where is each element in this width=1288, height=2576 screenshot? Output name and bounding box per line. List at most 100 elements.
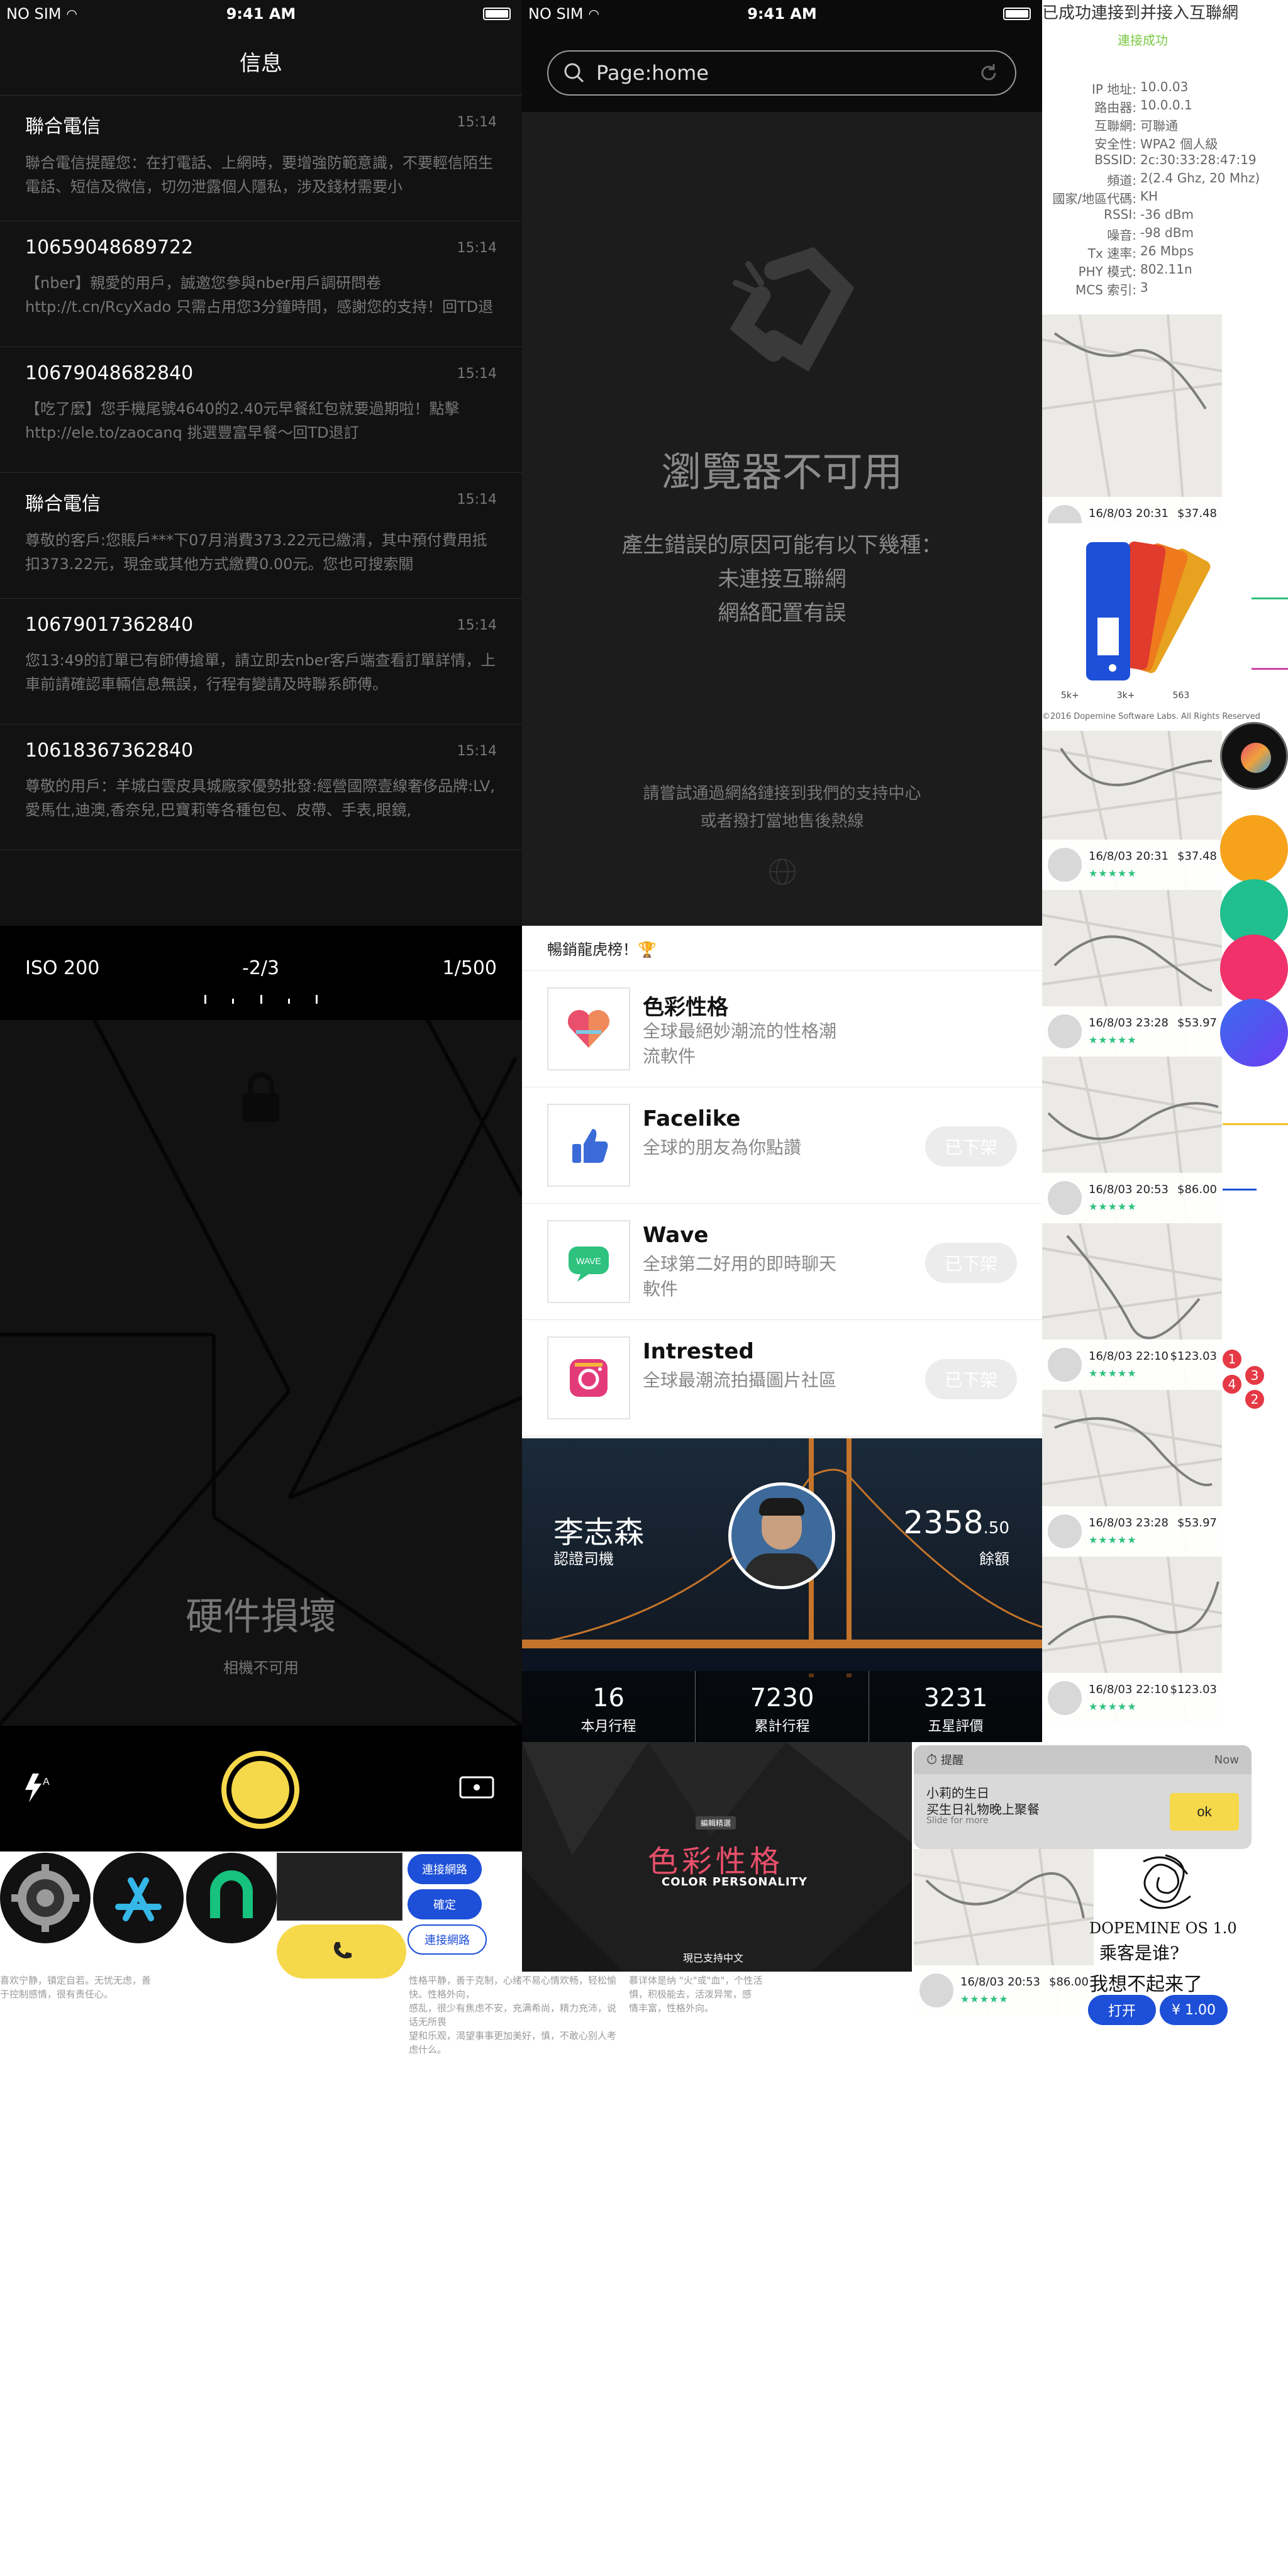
app-icon[interactable] xyxy=(547,1336,630,1419)
message-sender: 聯合電信 xyxy=(25,493,101,515)
app-unavailable-button[interactable]: 已下架 xyxy=(925,1126,1017,1167)
wifi-detail-row: 安全性: WPA2 個人級 xyxy=(1042,134,1288,152)
app-description: 全球第二好用的即時聊天軟件 xyxy=(643,1253,837,1299)
trip-date: 16/8/03 20:31 xyxy=(1089,850,1169,863)
battery-icon xyxy=(1003,8,1031,20)
trip-rating-stars: ★★★★★ xyxy=(1089,1534,1137,1546)
svg-text:A: A xyxy=(43,1777,50,1787)
browser-screen: NO SIM ◠ 9:41 AM Page:home 瀏覽器不可用 產生錯誤的原… xyxy=(522,0,1042,926)
dopemine-price-button[interactable]: ¥ 1.00 xyxy=(1160,1995,1228,2025)
app-description: 全球的朋友為你點讚 xyxy=(643,1137,802,1158)
app-icon[interactable] xyxy=(547,987,630,1070)
app-list: 色彩性格 全球最絕妙潮流的性格潮流軟件 Facelike 全球的朋友為你點讚 已下架 WA… xyxy=(522,971,1042,1436)
editor-pick-tag: 編輯精選 xyxy=(696,1816,736,1829)
wifi-detail-row: RSSI: -36 dBm xyxy=(1042,207,1288,225)
trip-rating-stars: ★★★★★ xyxy=(1089,1367,1137,1379)
app-list-item[interactable]: Intrested 全球最潮流拍攝圖片社區 已下架 xyxy=(522,1320,1042,1436)
wifi-detail-row: Tx 速率: 26 Mbps xyxy=(1042,243,1288,261)
app-icon-heart[interactable] xyxy=(1220,722,1288,790)
message-item[interactable]: 10679017362840 15:14 您13:49的訂單已有師傅搶單，請立即去n… xyxy=(0,599,522,724)
reason-line: 未連接互聯網 xyxy=(718,567,847,592)
camera-app-icon xyxy=(570,1359,608,1397)
connect-network-outline-button[interactable]: 連接網路 xyxy=(408,1924,487,1955)
confirm-button[interactable]: 確定 xyxy=(408,1889,482,1919)
wifi-detail-value: 10.0.03 xyxy=(1140,79,1189,94)
message-item[interactable]: 聯合電信 15:14 聯合電信提醒您：在打電話、上網時，要增強防範意識，不要輕信陌生… xyxy=(0,96,522,221)
settings-app-icon[interactable] xyxy=(0,1853,91,1943)
message-item[interactable]: 10618367362840 15:14 尊敬的用戶：羊城白雲皮具城廠家優勢批發:經… xyxy=(0,724,522,850)
accent-line xyxy=(1252,597,1288,599)
app-list-item[interactable]: 色彩性格 全球最絕妙潮流的性格潮流軟件 xyxy=(522,971,1042,1087)
shutter-speed[interactable]: 1/500 xyxy=(443,957,497,979)
wifi-detail-value: 2(2.4 Ghz, 20 Mhz) xyxy=(1140,170,1260,186)
banner-title: 色彩性格 xyxy=(648,1844,784,1879)
wifi-detail-value: WPA2 個人級 xyxy=(1140,136,1218,152)
dopemine-title: DOPEMINE OS 1.0 xyxy=(1089,1919,1237,1937)
wifi-detail-key: Tx 速率: xyxy=(1087,246,1136,261)
ev-value[interactable]: -2/3 xyxy=(242,957,279,979)
status-time: 9:41 AM xyxy=(747,5,817,23)
notification-ok-button[interactable]: ok xyxy=(1170,1793,1239,1831)
app-unavailable-button[interactable]: 已下架 xyxy=(925,1359,1017,1399)
trip-card[interactable]: 16/8/03 20:53 $86.00 ★★★★★ xyxy=(1042,1057,1222,1223)
camera-controls: A xyxy=(0,1726,522,1852)
trip-rating-stars: ★★★★★ xyxy=(960,1993,1009,2005)
color-fan-icon xyxy=(1086,541,1211,680)
n-app-icon[interactable] xyxy=(186,1853,277,1943)
switch-camera-icon[interactable] xyxy=(459,1775,494,1800)
app-list-item[interactable]: WAVE Wave 全球第二好用的即時聊天軟件 已下架 xyxy=(522,1204,1042,1320)
reload-icon[interactable] xyxy=(977,62,1000,84)
dopemine-open-button[interactable]: 打开 xyxy=(1088,1995,1156,2025)
connect-network-button[interactable]: 連接網路 xyxy=(408,1854,482,1884)
app-unavailable-button[interactable]: 已下架 xyxy=(925,1243,1017,1283)
dopemine-logo-icon xyxy=(1140,1854,1191,1909)
color-dot-orange[interactable] xyxy=(1220,815,1288,883)
accent-line xyxy=(1252,668,1288,670)
message-list: 聯合電信 15:14 聯合電信提醒您：在打電話、上網時，要增強防範意識，不要輕信陌生… xyxy=(0,96,522,850)
message-time: 15:14 xyxy=(457,240,497,256)
message-item[interactable]: 10659048689722 15:14 【nber】親愛的用戶，誠邀您參與nber… xyxy=(0,221,522,347)
app-icon[interactable] xyxy=(547,1104,630,1187)
wifi-detail-key: 互聯網: xyxy=(1094,118,1136,133)
flash-auto-icon[interactable]: A xyxy=(23,1772,52,1804)
shutter-button[interactable] xyxy=(221,1751,299,1829)
wifi-detail-row: 頻道: 2(2.4 Ghz, 20 Mhz) xyxy=(1042,170,1288,188)
camera-error-title: 硬件損壞 xyxy=(186,1595,336,1639)
color-dot-blue[interactable] xyxy=(1220,999,1288,1067)
trip-price: $37.48 xyxy=(1177,507,1217,520)
trip-card[interactable]: 16/8/03 22:10 $123.03 ★★★★★ xyxy=(1042,1557,1222,1723)
color-dot-red[interactable] xyxy=(1220,935,1288,1002)
wifi-detail-row: 路由器: 10.0.0.1 xyxy=(1042,97,1288,115)
notification-header: ⏱ 提醒 Now xyxy=(914,1745,1252,1774)
search-icon xyxy=(564,63,584,83)
banner-subtitle: COLOR PERSONALITY xyxy=(662,1875,808,1889)
color-personality-banner[interactable]: 編輯精選 色彩性格 COLOR PERSONALITY 現已支持中文 xyxy=(522,1742,912,1972)
trip-price: $86.00 xyxy=(1177,1183,1217,1196)
call-button[interactable] xyxy=(277,1924,406,1979)
trip-card[interactable]: 16/8/03 20:53 $86.00 ★★★★★ xyxy=(914,1849,1094,2016)
app-store-icon[interactable] xyxy=(93,1853,184,1943)
ev-scale xyxy=(204,995,318,1004)
trip-info: 16/8/03 20:53 $86.00 ★★★★★ xyxy=(914,1965,1094,2016)
notification-time: Now xyxy=(1214,1753,1239,1767)
trip-card[interactable]: 16/8/03 23:28 $53.97 ★★★★★ xyxy=(1042,1390,1222,1557)
accent-line xyxy=(1223,1189,1257,1191)
trip-card[interactable]: 16/8/03 23:28 $53.97 ★★★★★ xyxy=(1042,890,1222,1057)
message-preview: 【nber】親愛的用戶，誠邀您參與nber用戶調研問卷 http://t.cn/… xyxy=(25,274,494,316)
url-bar[interactable]: Page:home xyxy=(547,50,1016,96)
wifi-detail-row: PHY 模式: 802.11n xyxy=(1042,262,1288,279)
trip-card[interactable]: 16/8/03 22:10 $123.03 ★★★★★ xyxy=(1042,1223,1222,1390)
message-item[interactable]: 聯合電信 15:14 尊敬的客戶:您賬戶***下07月消費373.22元已繳清，其中… xyxy=(0,473,522,599)
trip-rating-stars: ★★★★★ xyxy=(1089,1701,1137,1713)
notification-card[interactable]: ⏱ 提醒 Now 小莉的生日 买生日礼物晚上聚餐 Slide for more … xyxy=(914,1745,1252,1849)
app-icon[interactable]: WAVE xyxy=(547,1220,630,1303)
trip-card[interactable]: 16/8/03 20:31$37.48★★★★★ xyxy=(1042,723,1222,890)
trip-date: 16/8/03 20:53 xyxy=(960,1975,1040,1989)
message-sender: 聯合電信 xyxy=(25,116,101,138)
app-list-item[interactable]: Facelike 全球的朋友為你點讚 已下架 xyxy=(522,1087,1042,1204)
wifi-detail-key: 噪音: xyxy=(1107,228,1136,243)
iso-value[interactable]: ISO 200 xyxy=(25,957,99,979)
message-item[interactable]: 10679048682840 15:14 【吃了麼】您手機尾號4640的2.40元早… xyxy=(0,347,522,473)
trip-card[interactable]: 16/8/03 20:31$37.48★★★★★ xyxy=(1042,314,1222,547)
stat-total-trips: 7230 累計行程 xyxy=(696,1671,869,1742)
